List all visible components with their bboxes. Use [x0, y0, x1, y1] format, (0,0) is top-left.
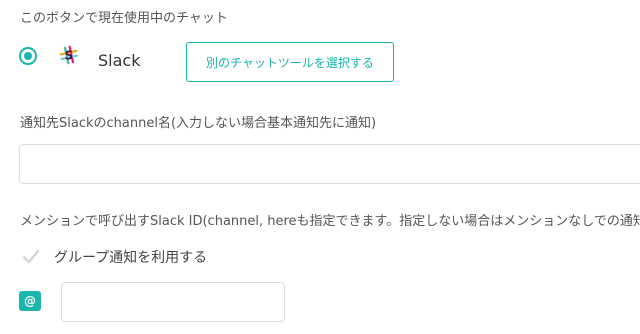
group-notification-label: グループ通知を利用する	[54, 250, 208, 266]
svg-text:S: S	[65, 49, 74, 63]
group-notification-checkbox[interactable]	[21, 247, 41, 267]
at-icon: @	[19, 291, 41, 311]
channel-name-label: 通知先Slackのchannel名(入力しない場合基本通知先に通知)	[20, 116, 377, 131]
radio-selected-dot	[24, 52, 32, 60]
channel-name-input[interactable]	[19, 144, 640, 184]
current-chat-radio[interactable]	[19, 47, 37, 65]
mention-label: メンションで呼び出すSlack ID(channel, hereも指定できます。…	[20, 214, 640, 229]
mention-slack-id-input[interactable]	[61, 282, 285, 322]
slack-logo-icon: S	[59, 45, 79, 65]
select-other-chat-tool-button[interactable]: 別のチャットツールを選択する	[186, 42, 394, 82]
current-chat-service-name: Slack	[98, 51, 141, 70]
current-chat-label: このボタンで現在使用中のチャット	[20, 11, 228, 26]
